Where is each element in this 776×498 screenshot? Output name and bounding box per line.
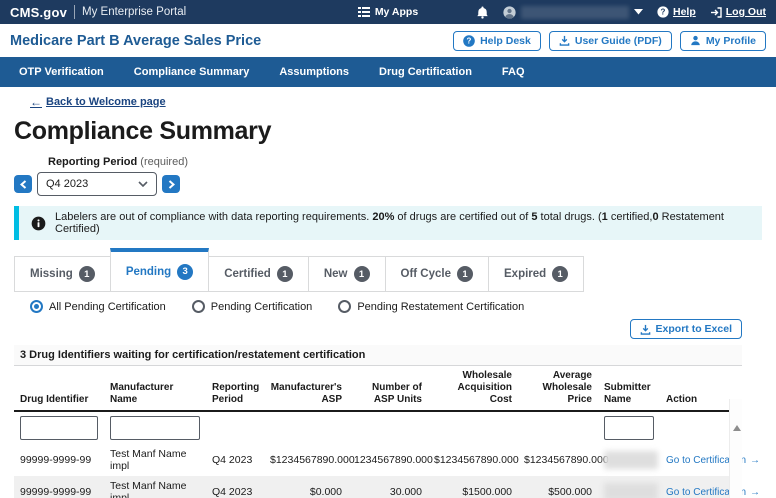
radio-unselected-icon (192, 300, 205, 313)
log-out-link[interactable]: Log Out (710, 6, 766, 18)
tab-missing-count-badge: 1 (79, 266, 95, 282)
tab-expired-count-badge: 1 (552, 266, 568, 282)
manufacturer-name-filter-input[interactable] (110, 416, 200, 440)
my-apps-label: My Apps (375, 6, 418, 18)
col-submitter-name: Submitter Name (598, 366, 660, 412)
table-caption: 3 Drug Identifiers waiting for certifica… (14, 345, 742, 365)
go-to-certification-link[interactable]: Go to Certification→ (666, 455, 760, 466)
go-to-certification-link[interactable]: Go to Certification→ (666, 487, 760, 498)
table-scrollbar[interactable] (729, 399, 742, 498)
table-filter-row (14, 411, 742, 444)
col-drug-identifier: Drug Identifier (14, 366, 104, 412)
tab-off-cycle-count-badge: 1 (457, 266, 473, 282)
table-row: 99999-9999-99 Test Manf Name impl Q4 202… (14, 444, 742, 476)
info-icon (31, 216, 46, 231)
download-icon (559, 35, 570, 46)
arrow-right-icon: → (750, 455, 760, 466)
tab-expired[interactable]: Expired1 (488, 256, 584, 292)
status-tabs: Missing1 Pending3 Certified1 New1 Off Cy… (14, 248, 762, 292)
app-title: Medicare Part B Average Sales Price (10, 33, 453, 49)
nav-item-compliance-summary[interactable]: Compliance Summary (119, 57, 265, 87)
cms-logo[interactable]: CMS.gov (10, 5, 67, 20)
help-desk-button[interactable]: ? Help Desk (453, 31, 541, 51)
col-wholesale-acquisition-cost: Wholesale Acquisition Cost (428, 366, 518, 412)
help-desk-icon: ? (463, 35, 475, 47)
table-row: 99999-9999-99 Test Manf Name impl Q4 202… (14, 476, 742, 498)
main-nav: OTP Verification Compliance Summary Assu… (0, 57, 776, 87)
chevron-down-icon (634, 9, 643, 15)
tab-missing[interactable]: Missing1 (14, 256, 111, 292)
arrow-right-icon: → (750, 487, 760, 498)
export-to-excel-button[interactable]: Export to Excel (630, 319, 742, 339)
tab-pending[interactable]: Pending3 (110, 248, 209, 292)
tab-pending-count-badge: 3 (177, 264, 193, 280)
col-average-wholesale-price: Average Wholesale Price (518, 366, 598, 412)
submitter-name-redacted (604, 451, 658, 469)
tab-new[interactable]: New1 (308, 256, 386, 292)
nav-item-otp-verification[interactable]: OTP Verification (4, 57, 119, 87)
next-period-button[interactable] (162, 175, 180, 193)
reporting-period-block: Reporting Period (required) Q4 2023 (14, 156, 762, 196)
drug-identifier-filter-input[interactable] (20, 416, 98, 440)
user-name-redacted (521, 6, 629, 19)
back-to-welcome-link[interactable]: ← Back to Welcome page (30, 95, 166, 109)
app-header: Medicare Part B Average Sales Price ? He… (0, 24, 776, 57)
pending-filter-radios: All Pending Certification Pending Certif… (30, 300, 762, 313)
notifications-bell-icon[interactable] (476, 6, 489, 19)
screen: CMS.gov My Enterprise Portal My Apps (0, 0, 776, 498)
col-manufacturer-name: Manufacturer Name (104, 366, 206, 412)
tab-off-cycle[interactable]: Off Cycle1 (385, 256, 490, 292)
logout-icon (710, 7, 722, 18)
nav-item-drug-certification[interactable]: Drug Certification (364, 57, 487, 87)
tab-new-count-badge: 1 (354, 266, 370, 282)
page-title: Compliance Summary (14, 117, 762, 146)
apps-grid-icon (358, 7, 370, 17)
user-guide-button[interactable]: User Guide (PDF) (549, 31, 672, 51)
submitter-name-redacted (604, 483, 658, 498)
col-manufacturers-asp: Manufacturer's ASP (264, 366, 348, 412)
nav-item-faq[interactable]: FAQ (487, 57, 540, 87)
tab-certified[interactable]: Certified1 (208, 256, 309, 292)
help-link[interactable]: ? Help (657, 6, 696, 18)
radio-pending-certification[interactable]: Pending Certification (192, 300, 313, 313)
scroll-up-icon[interactable] (733, 425, 741, 431)
content: ← Back to Welcome page Compliance Summar… (0, 87, 776, 498)
select-chevron-icon (138, 181, 148, 187)
nav-item-assumptions[interactable]: Assumptions (264, 57, 364, 87)
topbar-divider (74, 5, 75, 19)
svg-text:?: ? (467, 36, 472, 45)
col-reporting-period: Reporting Period (206, 366, 264, 412)
tab-certified-count-badge: 1 (277, 266, 293, 282)
reporting-period-label: Reporting Period (required) (48, 156, 762, 169)
alert-message: Labelers are out of compliance with data… (55, 211, 750, 235)
back-arrow-icon: ← (30, 95, 42, 109)
radio-pending-restatement-certification[interactable]: Pending Restatement Certification (338, 300, 524, 313)
help-question-icon: ? (657, 6, 669, 18)
compliance-info-alert: Labelers are out of compliance with data… (14, 206, 762, 240)
radio-unselected-icon (338, 300, 351, 313)
user-menu[interactable] (503, 6, 643, 19)
my-profile-button[interactable]: My Profile (680, 31, 766, 51)
submitter-name-filter-input[interactable] (604, 416, 654, 440)
topbar: CMS.gov My Enterprise Portal My Apps (0, 0, 776, 24)
portal-name: My Enterprise Portal (82, 6, 186, 18)
pending-drugs-table: 3 Drug Identifiers waiting for certifica… (14, 345, 742, 498)
col-number-of-asp-units: Number of ASP Units (348, 366, 428, 412)
profile-person-icon (690, 35, 701, 46)
radio-all-pending-certification[interactable]: All Pending Certification (30, 300, 166, 313)
radio-selected-icon (30, 300, 43, 313)
user-avatar-icon (503, 6, 516, 19)
my-apps-menu[interactable]: My Apps (358, 6, 418, 18)
reporting-period-select[interactable]: Q4 2023 (37, 172, 157, 196)
previous-period-button[interactable] (14, 175, 32, 193)
export-download-icon (640, 324, 651, 335)
table-header-row: Drug Identifier Manufacturer Name Report… (14, 366, 742, 412)
svg-text:?: ? (661, 8, 666, 17)
